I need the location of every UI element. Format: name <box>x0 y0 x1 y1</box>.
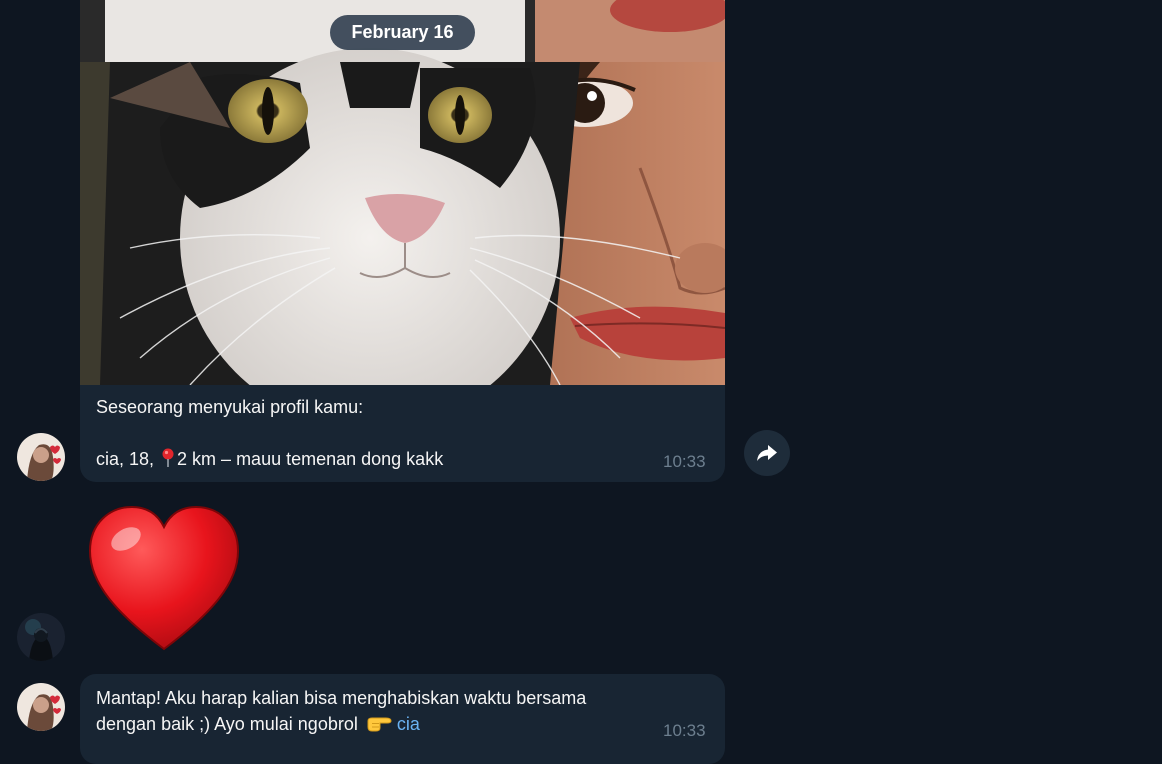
forward-button[interactable] <box>744 430 790 476</box>
date-separator: February 16 <box>330 15 475 50</box>
red-heart-icon[interactable] <box>86 503 242 655</box>
message-text: Mantap! Aku harap kalian bisa menghabisk… <box>96 685 656 737</box>
photo-message-bubble[interactable]: Seseorang menyukai profil kamu: cia, 18,… <box>80 0 725 482</box>
caption-line-1: Seseorang menyukai profil kamu: <box>96 397 364 417</box>
round-pushpin-icon <box>162 448 174 467</box>
user-avatar[interactable] <box>17 613 65 661</box>
chat-area: Seseorang menyukai profil kamu: cia, 18,… <box>0 0 1162 764</box>
caption-distance-text: 2 km – mauu temenan dong kakk <box>177 449 444 469</box>
caption-line-2: cia, 18, 2 km – mauu temenan dong kakk <box>96 446 656 472</box>
mention-link[interactable]: cia <box>397 714 420 734</box>
bot-avatar-2[interactable] <box>17 683 65 731</box>
photo-message-time: 10:33 <box>663 452 706 471</box>
message-line-2: dengan baik ;) Ayo mulai ngobrol <box>96 714 363 734</box>
backhand-index-pointing-right-icon <box>367 717 392 732</box>
profile-photo-cat-and-girl[interactable] <box>80 0 725 385</box>
photo-caption: Seseorang menyukai profil kamu: cia, 18,… <box>96 394 656 472</box>
text-message-bubble[interactable]: Mantap! Aku harap kalian bisa menghabisk… <box>80 674 725 764</box>
message-line-1: Mantap! Aku harap kalian bisa menghabisk… <box>96 688 587 708</box>
caption-profile-info: cia, 18, <box>96 449 160 469</box>
text-message-time: 10:33 <box>663 721 706 740</box>
bot-avatar[interactable] <box>17 433 65 481</box>
share-arrow-icon <box>757 445 777 461</box>
